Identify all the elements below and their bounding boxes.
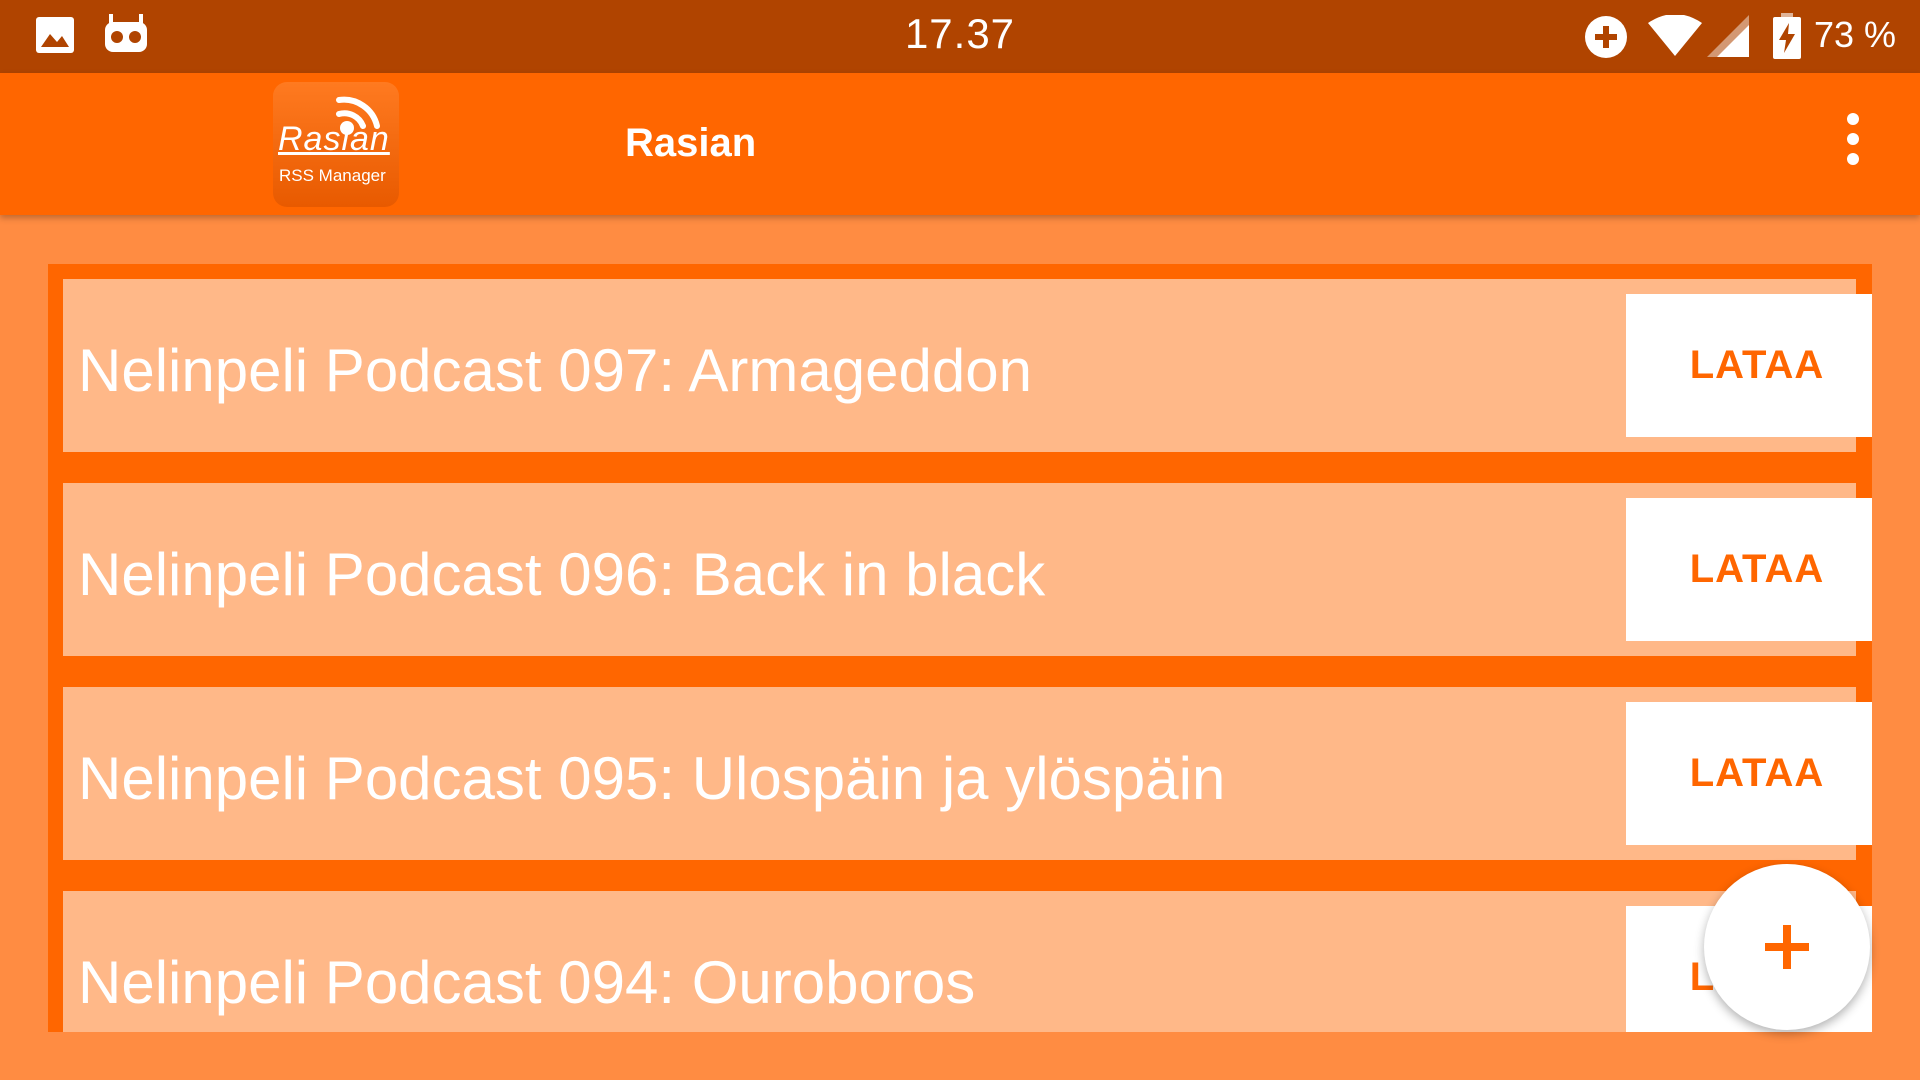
list-item[interactable]: Nelinpeli Podcast 095: Ulospäin ja ylösp… (63, 687, 1872, 860)
add-circle-icon (1584, 15, 1628, 64)
list-item[interactable]: Nelinpeli Podcast 094: Ouroboros LATAA (63, 891, 1872, 1032)
battery-charging-icon (1773, 13, 1801, 64)
episode-list[interactable]: Nelinpeli Podcast 097: Armageddon LATAA … (48, 264, 1872, 1032)
episode-title: Nelinpeli Podcast 095: Ulospäin ja ylösp… (78, 745, 1226, 812)
download-button[interactable]: LATAA (1626, 702, 1872, 845)
episode-title: Nelinpeli Podcast 097: Armageddon (78, 337, 1032, 404)
logo-subtitle: RSS Manager (279, 166, 386, 185)
logo-wordmark: Rasian (278, 120, 390, 158)
cell-signal-icon (1707, 15, 1749, 62)
download-button[interactable]: LATAA (1626, 498, 1872, 641)
app-logo: Rasian RSS Manager (273, 82, 399, 207)
download-button[interactable]: LATAA (1626, 294, 1872, 437)
status-bar: 17.37 73 % (0, 0, 1920, 73)
plus-icon (1765, 925, 1809, 969)
clock: 17.37 (904, 10, 1016, 57)
battery-percent: 73 % (1813, 14, 1896, 55)
episode-title: Nelinpeli Podcast 096: Back in black (78, 541, 1046, 608)
app-bar: Rasian RSS Manager Rasian (0, 73, 1920, 215)
add-feed-button[interactable] (1704, 864, 1870, 1030)
list-item[interactable]: Nelinpeli Podcast 097: Armageddon LATAA (63, 279, 1872, 452)
app-title: Rasian (625, 121, 757, 165)
overflow-menu-icon[interactable] (1838, 113, 1868, 173)
list-item[interactable]: Nelinpeli Podcast 096: Back in black LAT… (63, 483, 1872, 656)
episode-title: Nelinpeli Podcast 094: Ouroboros (78, 949, 976, 1016)
wifi-icon (1648, 14, 1702, 62)
